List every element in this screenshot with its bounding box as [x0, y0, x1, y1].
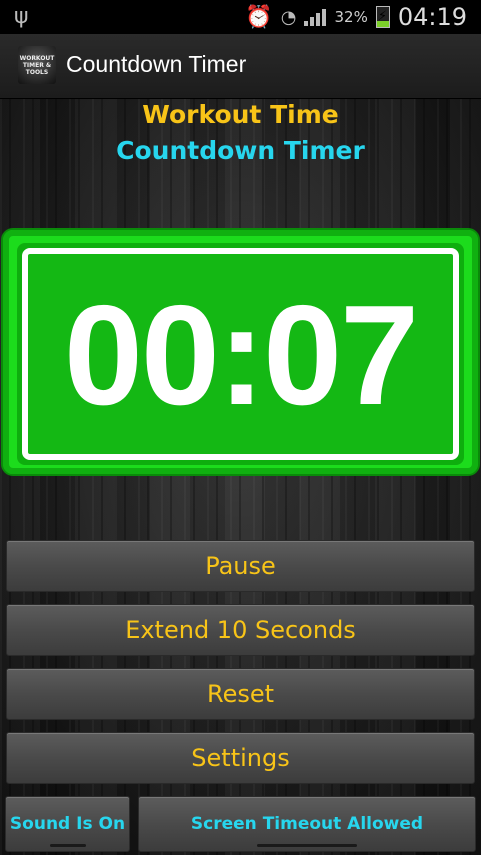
app-icon[interactable]: WORKOUT TIMER & TOOLS — [18, 46, 56, 84]
status-icons: ⏰ ◔ 32% ⚡ 04:19 — [245, 0, 467, 34]
extend-10-seconds-button[interactable]: Extend 10 Seconds — [6, 604, 475, 656]
screen-timeout-indicator — [257, 844, 357, 847]
battery-icon: ⚡ — [375, 6, 390, 28]
status-clock: 04:19 — [397, 3, 467, 31]
pause-button[interactable]: Pause — [6, 540, 475, 592]
battery-percent: 32% — [334, 8, 368, 26]
action-bar: WORKOUT TIMER & TOOLS Countdown Timer — [0, 34, 481, 99]
settings-button[interactable]: Settings — [6, 732, 475, 784]
screen-timeout-toggle-button[interactable]: Screen Timeout Allowed — [138, 796, 476, 852]
wifi-icon: ◔ — [280, 6, 297, 28]
alarm-icon: ⏰ — [245, 4, 273, 30]
headline-countdown-timer: Countdown Timer — [116, 136, 365, 165]
screen-timeout-label: Screen Timeout Allowed — [190, 814, 424, 834]
app-icon-text: WORKOUT TIMER & TOOLS — [19, 54, 55, 76]
sound-toggle-button[interactable]: Sound Is On — [5, 796, 130, 852]
sound-toggle-label: Sound Is On — [9, 814, 126, 834]
status-bar: ψ ⏰ ◔ 32% ⚡ 04:19 — [0, 0, 481, 34]
sound-toggle-indicator — [49, 844, 86, 847]
timer-display: 00:07 — [22, 248, 459, 460]
headline-workout-time: Workout Time — [142, 100, 339, 129]
app-title: Countdown Timer — [66, 51, 247, 77]
signal-icon — [304, 8, 327, 26]
reset-button[interactable]: Reset — [6, 668, 475, 720]
timer-digits: 00:07 — [63, 276, 419, 435]
usb-icon: ψ — [14, 4, 29, 29]
